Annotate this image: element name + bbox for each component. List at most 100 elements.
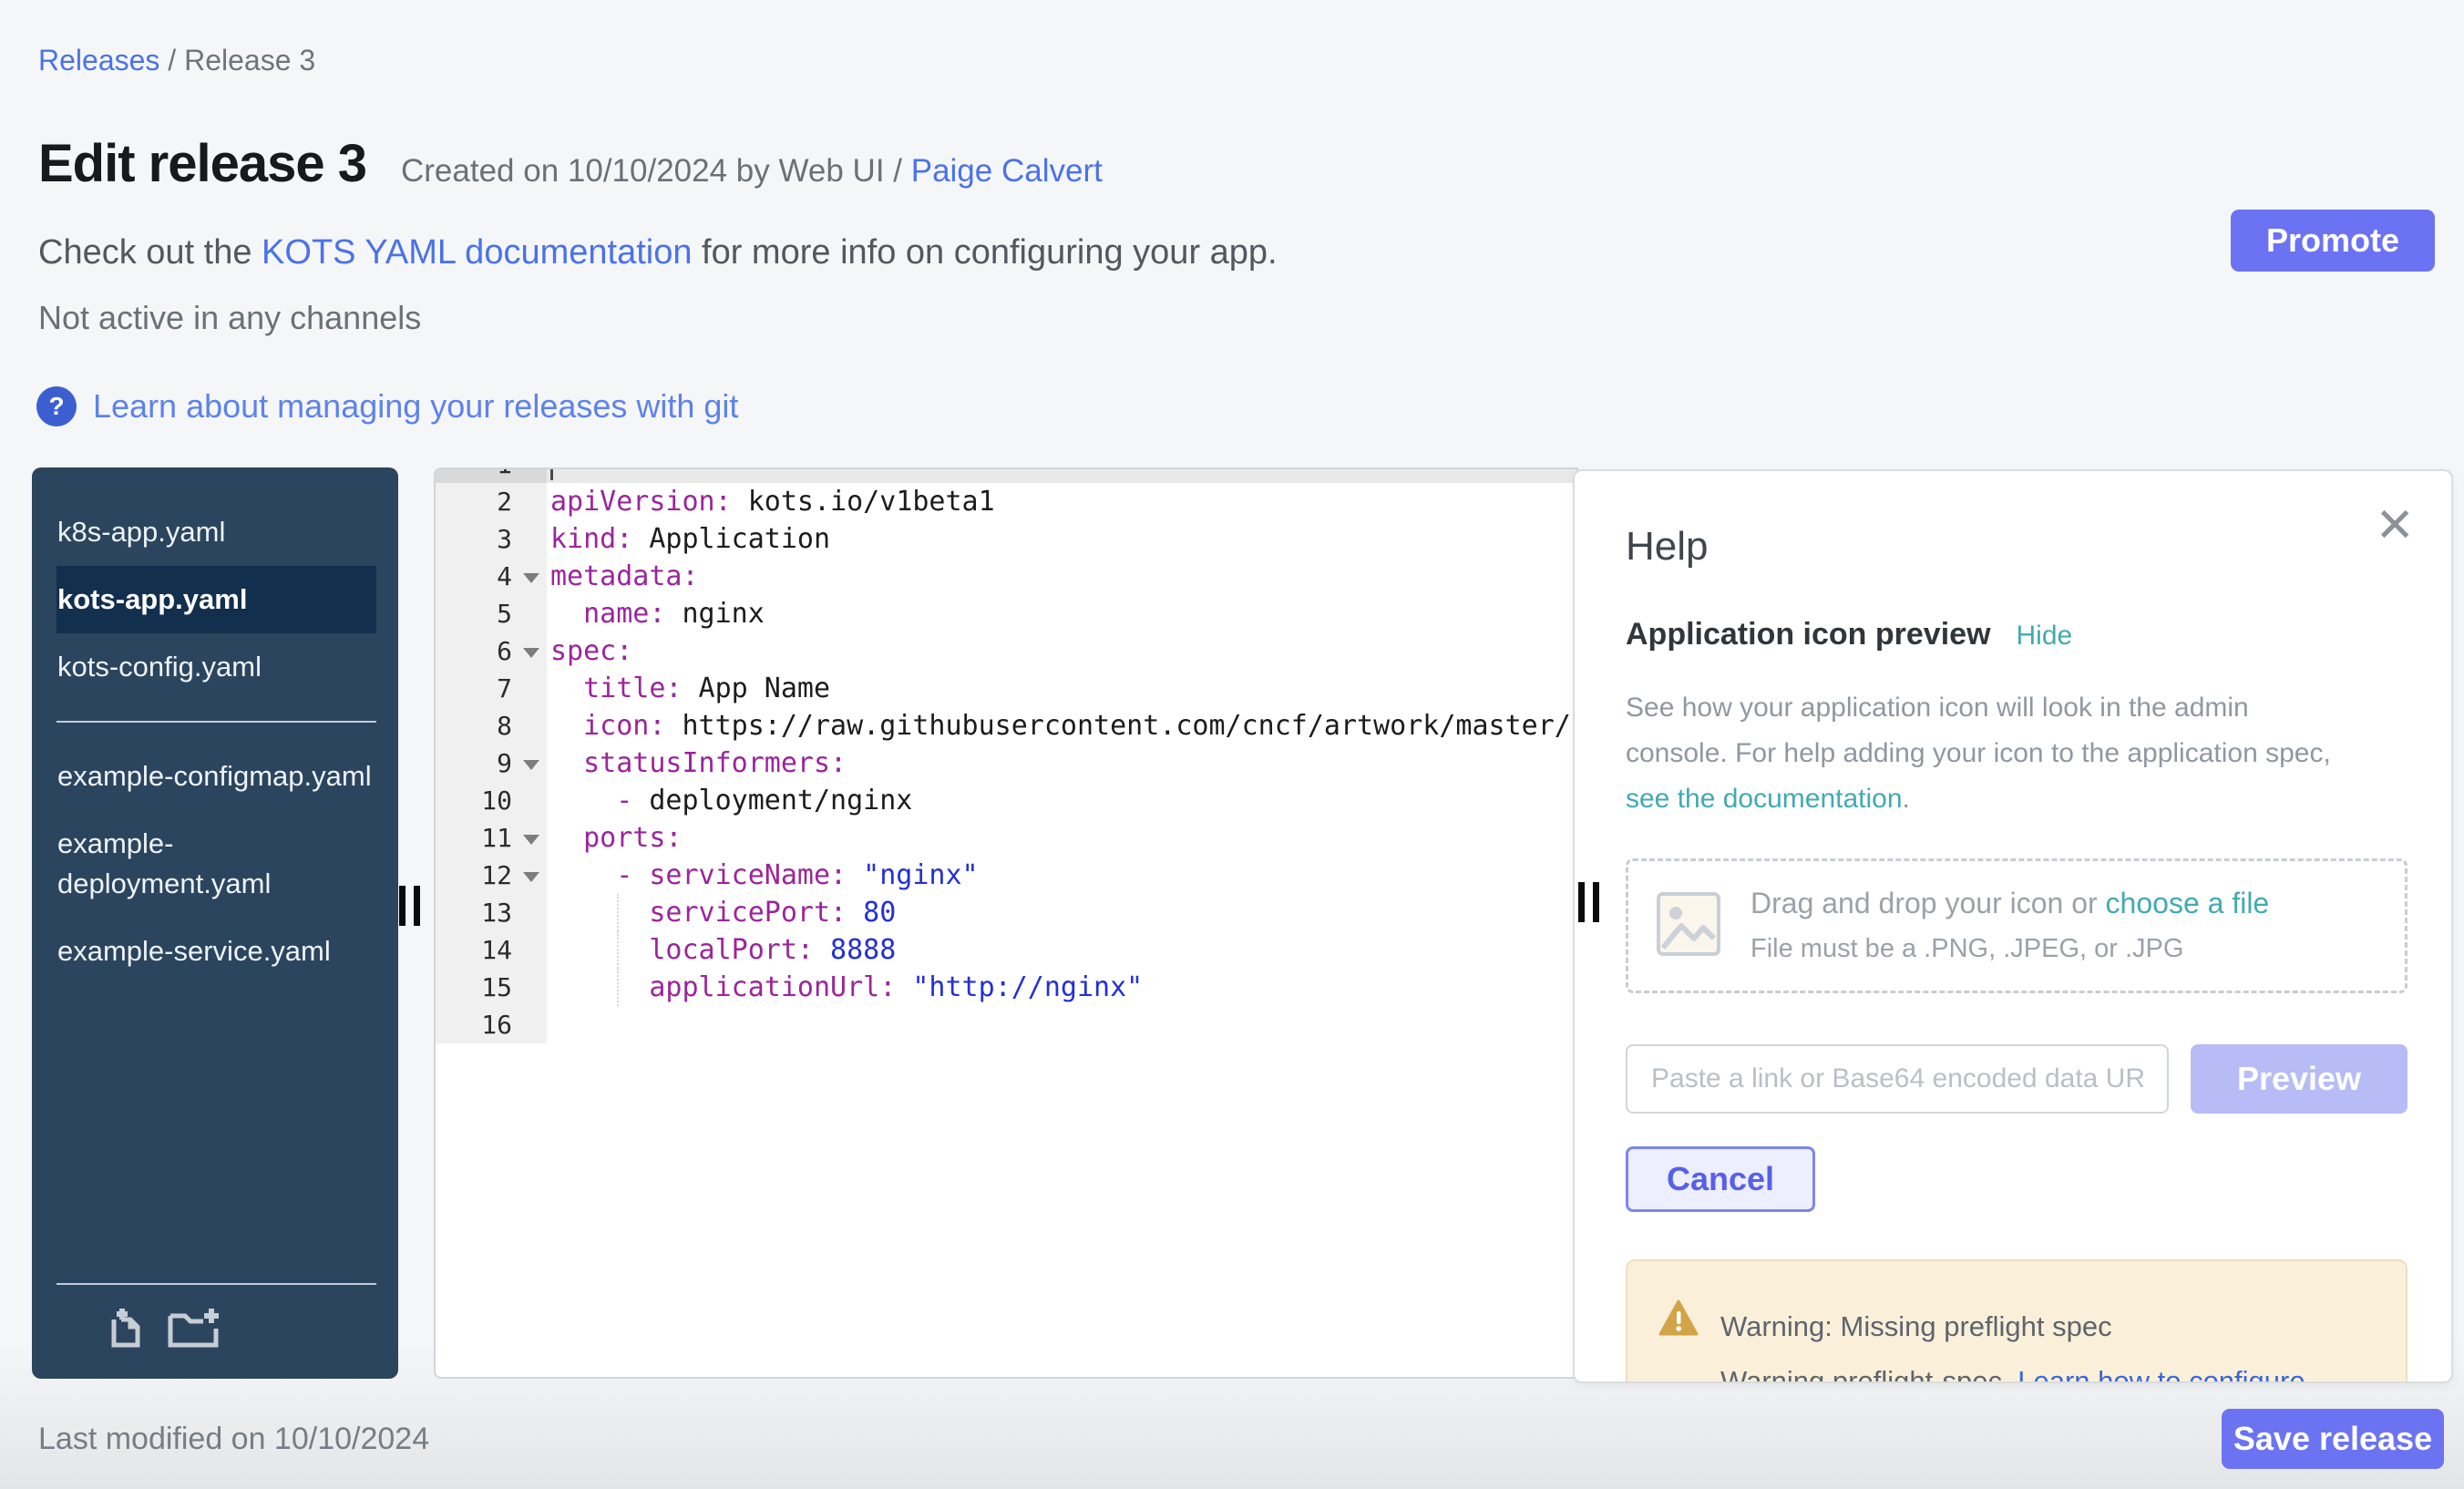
image-placeholder-icon bbox=[1656, 891, 1721, 961]
cancel-button[interactable]: Cancel bbox=[1626, 1146, 1815, 1212]
editor-code-text[interactable]: statusInformers: bbox=[547, 744, 1576, 782]
editor-line[interactable]: 6spec: bbox=[436, 632, 1576, 670]
file-list-bottom: example-configmap.yamlexample-deployment… bbox=[32, 743, 398, 985]
dropzone-hint: File must be a .PNG, .JPEG, or .JPG bbox=[1750, 934, 2183, 963]
save-release-button[interactable]: Save release bbox=[2222, 1409, 2444, 1469]
editor-code-text[interactable]: servicePort: 80 bbox=[547, 894, 1576, 931]
hide-link[interactable]: Hide bbox=[2017, 621, 2073, 652]
see-documentation-link[interactable]: see the documentation bbox=[1626, 784, 1903, 814]
indent-guide bbox=[617, 931, 619, 969]
editor-line[interactable]: 7 title: App Name bbox=[436, 670, 1576, 707]
sidebar-file-example-configmap.yaml[interactable]: example-configmap.yaml bbox=[32, 743, 398, 810]
author-link[interactable]: Paige Calvert bbox=[911, 153, 1103, 189]
editor-line[interactable]: 16 bbox=[436, 1006, 1576, 1043]
question-icon: ? bbox=[36, 386, 77, 426]
warning-banner: Warning: Missing preflight spec Warning … bbox=[1626, 1259, 2408, 1383]
editor-gutter-number: 13 bbox=[436, 894, 547, 931]
editor-code-text[interactable]: name: nginx bbox=[547, 595, 1576, 632]
editor-gutter-number: 14 bbox=[436, 931, 547, 969]
editor-line[interactable]: 4metadata: bbox=[436, 558, 1576, 595]
editor-gutter-number: 16 bbox=[436, 1006, 547, 1043]
editor-gutter-number: 2 bbox=[436, 483, 547, 520]
icon-dropzone[interactable]: Drag and drop your icon or choose a file… bbox=[1626, 858, 2408, 993]
editor-gutter-number: 15 bbox=[436, 969, 547, 1006]
sidebar-file-kots-config.yaml[interactable]: kots-config.yaml bbox=[32, 633, 398, 701]
icon-url-input[interactable] bbox=[1626, 1044, 2169, 1114]
choose-file-link[interactable]: choose a file bbox=[2106, 887, 2270, 919]
warning-title: Warning: Missing preflight spec bbox=[1720, 1310, 2112, 1342]
editor-gutter-number: 11 bbox=[436, 819, 547, 857]
editor-line[interactable]: 10 - deployment/nginx bbox=[436, 782, 1576, 819]
indent-guide bbox=[617, 894, 619, 931]
breadcrumb-separator: / bbox=[168, 44, 184, 77]
editor-line[interactable]: 8 icon: https://raw.githubusercontent.co… bbox=[436, 707, 1576, 744]
fold-arrow-icon[interactable] bbox=[523, 648, 539, 658]
editor-gutter-number: 6 bbox=[436, 632, 547, 670]
editor-line[interactable]: 15 applicationUrl: "http://nginx" bbox=[436, 969, 1576, 1006]
editor-line[interactable]: 3kind: Application bbox=[436, 520, 1576, 558]
breadcrumb-releases-link[interactable]: Releases bbox=[38, 44, 159, 77]
editor-gutter-number: 4 bbox=[436, 558, 547, 595]
editor-code-text[interactable]: --- bbox=[547, 467, 1576, 483]
dropzone-text: Drag and drop your icon or bbox=[1750, 887, 2106, 919]
breadcrumb: Releases / Release 3 bbox=[38, 44, 315, 77]
promote-button[interactable]: Promote bbox=[2231, 210, 2435, 272]
editor-code-text[interactable]: - serviceName: "nginx" bbox=[547, 857, 1576, 894]
close-icon[interactable]: ✕ bbox=[2375, 502, 2415, 549]
sidebar-file-example-service.yaml[interactable]: example-service.yaml bbox=[32, 918, 398, 985]
editor-line[interactable]: 2apiVersion: kots.io/v1beta1 bbox=[436, 483, 1576, 520]
editor-line[interactable]: 14 localPort: 8888 bbox=[436, 931, 1576, 969]
editor-code-text[interactable]: spec: bbox=[547, 632, 1576, 670]
help-panel: ✕ Help Application icon preview Hide See… bbox=[1573, 469, 2453, 1383]
fold-arrow-icon[interactable] bbox=[523, 760, 539, 770]
editor-code-text[interactable]: applicationUrl: "http://nginx" bbox=[547, 969, 1576, 1006]
fold-arrow-icon[interactable] bbox=[523, 573, 539, 583]
editor-gutter-number: 7 bbox=[436, 670, 547, 707]
editor-code-text[interactable]: - deployment/nginx bbox=[547, 782, 1576, 819]
editor-line[interactable]: 5 name: nginx bbox=[436, 595, 1576, 632]
editor-gutter-number: 8 bbox=[436, 707, 547, 744]
git-releases-link[interactable]: Learn about managing your releases with … bbox=[93, 387, 738, 426]
editor-code-text[interactable]: localPort: 8888 bbox=[547, 931, 1576, 969]
warning-icon bbox=[1658, 1299, 1699, 1383]
page-title: Edit release 3 bbox=[38, 133, 366, 194]
editor-code-text[interactable]: metadata: bbox=[547, 558, 1576, 595]
warning-configure-link[interactable]: Learn how to configure bbox=[2017, 1365, 2305, 1383]
doc-hint-line: Check out the KOTS YAML documentation fo… bbox=[38, 233, 1278, 272]
editor-gutter-number: 12 bbox=[436, 857, 547, 894]
yaml-editor[interactable]: 1---2apiVersion: kots.io/v1beta13kind: A… bbox=[434, 467, 1578, 1379]
editor-line[interactable]: 13 servicePort: 80 bbox=[436, 894, 1576, 931]
editor-code-text[interactable]: ports: bbox=[547, 819, 1576, 857]
fold-arrow-icon[interactable] bbox=[523, 872, 539, 882]
icon-preview-description: See how your application icon will look … bbox=[1626, 685, 2408, 822]
preview-button[interactable]: Preview bbox=[2191, 1044, 2408, 1114]
kots-yaml-doc-link[interactable]: KOTS YAML documentation bbox=[262, 233, 692, 272]
editor-code-text[interactable]: title: App Name bbox=[547, 670, 1576, 707]
sidebar-file-kots-app.yaml[interactable]: kots-app.yaml bbox=[56, 566, 376, 633]
editor-code-text[interactable]: kind: Application bbox=[547, 520, 1576, 558]
last-modified-note: Last modified on 10/10/2024 bbox=[38, 1422, 429, 1457]
new-folder-icon[interactable] bbox=[167, 1307, 221, 1353]
new-file-icon[interactable] bbox=[105, 1307, 147, 1353]
help-resize-handle[interactable] bbox=[1578, 882, 1607, 922]
channel-status: Not active in any channels bbox=[38, 299, 421, 337]
editor-line[interactable]: 12 - serviceName: "nginx" bbox=[436, 857, 1576, 894]
sidebar-resize-handle[interactable] bbox=[399, 886, 428, 926]
editor-gutter-number: 10 bbox=[436, 782, 547, 819]
editor-gutter-number: 1 bbox=[436, 467, 547, 483]
release-created-meta: Created on 10/10/2024 by Web UI / Paige … bbox=[401, 153, 1103, 190]
breadcrumb-current: Release 3 bbox=[184, 44, 315, 77]
editor-gutter-number: 9 bbox=[436, 744, 547, 782]
editor-code-text[interactable]: apiVersion: kots.io/v1beta1 bbox=[547, 483, 1576, 520]
sidebar-file-k8s-app.yaml[interactable]: k8s-app.yaml bbox=[32, 498, 398, 566]
editor-line[interactable]: 1--- bbox=[436, 467, 1576, 483]
file-list-top: k8s-app.yamlkots-app.yamlkots-config.yam… bbox=[32, 498, 398, 701]
sidebar-file-example-deployment.yaml[interactable]: example-deployment.yaml bbox=[32, 810, 398, 918]
sidebar-divider bbox=[56, 721, 376, 723]
editor-line[interactable]: 11 ports: bbox=[436, 819, 1576, 857]
editor-code-text[interactable]: icon: https://raw.githubusercontent.com/… bbox=[547, 707, 1576, 744]
editor-code-text[interactable] bbox=[547, 1006, 1576, 1043]
fold-arrow-icon[interactable] bbox=[523, 835, 539, 845]
editor-line[interactable]: 9 statusInformers: bbox=[436, 744, 1576, 782]
file-tree-sidebar: k8s-app.yamlkots-app.yamlkots-config.yam… bbox=[32, 467, 398, 1379]
